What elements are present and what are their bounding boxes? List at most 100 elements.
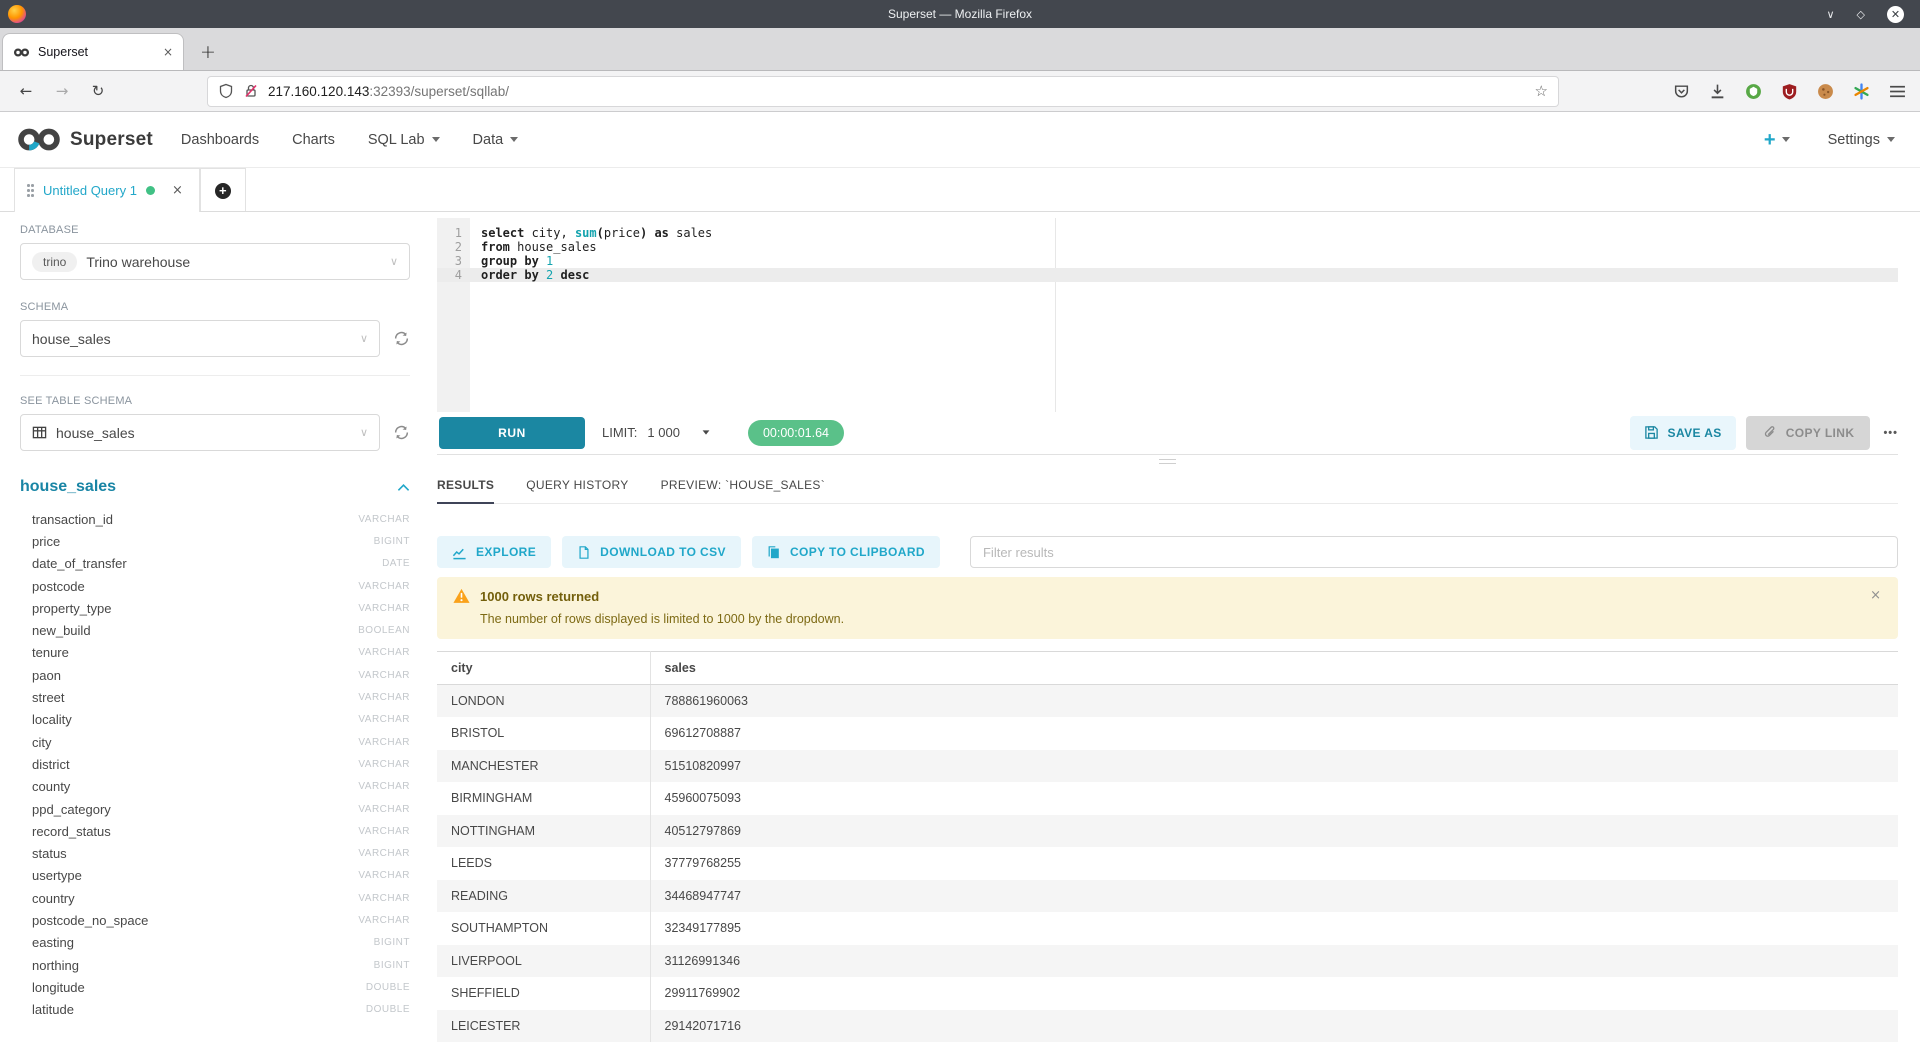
results-table: city sales LONDON788861960063BRISTOL6961… bbox=[437, 651, 1898, 1042]
table-row: BRISTOL69612708887 bbox=[437, 717, 1898, 750]
copy-to-clipboard-button[interactable]: COPY TO CLIPBOARD bbox=[752, 536, 940, 568]
window-close-icon[interactable]: ✕ bbox=[1887, 6, 1904, 23]
window-restore-icon[interactable]: ◇ bbox=[1857, 8, 1865, 21]
forward-icon[interactable]: → bbox=[52, 82, 72, 100]
cookie-icon[interactable] bbox=[1817, 83, 1834, 100]
database-engine-badge: trino bbox=[32, 252, 77, 272]
column-name: date_of_transfer bbox=[32, 556, 127, 571]
run-button[interactable]: RUN bbox=[439, 417, 585, 449]
chevron-down-icon bbox=[510, 137, 518, 142]
schema-column-row: cityVARCHAR bbox=[20, 731, 410, 753]
results-tab-results[interactable]: RESULTS bbox=[437, 470, 494, 504]
url-bar[interactable]: 217.160.120.143:32393/superset/sqllab/ ☆ bbox=[208, 77, 1558, 106]
collapse-chevron-up-icon[interactable] bbox=[397, 483, 410, 492]
schema-column-row: paonVARCHAR bbox=[20, 664, 410, 686]
bookmark-star-icon[interactable]: ☆ bbox=[1535, 82, 1548, 100]
database-select[interactable]: trino Trino warehouse ∨ bbox=[20, 243, 410, 280]
cell-sales: 31126991346 bbox=[650, 945, 1898, 978]
back-icon[interactable]: ← bbox=[16, 82, 36, 100]
new-tab-icon[interactable]: + bbox=[200, 43, 216, 62]
extension-asterisk-icon[interactable] bbox=[1853, 83, 1870, 100]
tab-close-icon[interactable]: × bbox=[163, 45, 173, 59]
code-text: order by 2 desc bbox=[470, 268, 1898, 282]
query-status-dot bbox=[146, 186, 155, 195]
column-type: BIGINT bbox=[374, 536, 410, 547]
browser-tab[interactable]: Superset × bbox=[2, 33, 184, 70]
shield-permissions-icon[interactable] bbox=[218, 83, 234, 99]
results-tab-preview-house-sales[interactable]: PREVIEW: `HOUSE_SALES` bbox=[661, 470, 825, 503]
database-value: Trino warehouse bbox=[86, 254, 381, 270]
copy-link-button[interactable]: COPY LINK bbox=[1746, 416, 1871, 450]
new-item-button[interactable]: + bbox=[1764, 130, 1790, 150]
schema-column-row: countryVARCHAR bbox=[20, 887, 410, 909]
column-name: transaction_id bbox=[32, 512, 113, 527]
nav-item-sql-lab[interactable]: SQL Lab bbox=[368, 132, 440, 148]
column-name: longitude bbox=[32, 980, 85, 995]
chevron-down-icon bbox=[1782, 137, 1790, 142]
browser-tabbar: Superset × + bbox=[0, 28, 1920, 71]
refresh-schema-icon[interactable] bbox=[393, 330, 410, 347]
window-shade-icon[interactable]: ∨ bbox=[1826, 8, 1834, 21]
nav-item-data[interactable]: Data bbox=[473, 132, 519, 148]
sql-editor[interactable]: 1select city, sum(price) as sales2from h… bbox=[437, 218, 1898, 412]
table-schema-value: house_sales bbox=[56, 425, 351, 441]
schema-column-row: longitudeDOUBLE bbox=[20, 976, 410, 998]
table-name-heading[interactable]: house_sales bbox=[20, 478, 116, 496]
pane-resize-handle[interactable] bbox=[437, 455, 1898, 468]
table-schema-select[interactable]: house_sales ∨ bbox=[20, 414, 380, 451]
explore-button[interactable]: EXPLORE bbox=[437, 536, 551, 568]
add-query-tab[interactable]: + bbox=[200, 168, 246, 212]
ublock-icon[interactable] bbox=[1781, 83, 1798, 100]
hamburger-menu-icon[interactable] bbox=[1889, 84, 1906, 99]
code-line: 4order by 2 desc bbox=[437, 268, 1898, 282]
filter-results-input[interactable] bbox=[970, 536, 1898, 568]
column-name: latitude bbox=[32, 1002, 74, 1017]
nav-item-dashboards[interactable]: Dashboards bbox=[181, 132, 259, 148]
results-tab-query-history[interactable]: QUERY HISTORY bbox=[526, 470, 628, 503]
cell-sales: 37779768255 bbox=[650, 847, 1898, 880]
limit-dropdown[interactable]: LIMIT: 1 000 bbox=[602, 425, 710, 440]
alert-close-icon[interactable]: × bbox=[1870, 588, 1881, 603]
sqllab-editor-pane: 1select city, sum(price) as sales2from h… bbox=[430, 212, 1920, 1042]
cell-city: BRISTOL bbox=[437, 717, 650, 750]
insecure-lock-icon[interactable] bbox=[243, 83, 259, 99]
pocket-icon[interactable] bbox=[1673, 83, 1690, 100]
privacy-badger-icon[interactable] bbox=[1745, 83, 1762, 100]
column-header-sales[interactable]: sales bbox=[650, 652, 1898, 685]
table-row: MANCHESTER51510820997 bbox=[437, 750, 1898, 783]
cell-sales: 45960075093 bbox=[650, 782, 1898, 815]
line-number: 4 bbox=[437, 268, 470, 282]
download-icon[interactable] bbox=[1709, 83, 1726, 100]
column-name: easting bbox=[32, 935, 74, 950]
superset-brand[interactable]: Superset bbox=[16, 126, 153, 153]
save-as-button[interactable]: SAVE AS bbox=[1630, 416, 1736, 450]
query-tab-close-icon[interactable]: × bbox=[172, 183, 183, 198]
table-row: SHEFFIELD29911769902 bbox=[437, 977, 1898, 1010]
drag-handle-icon[interactable] bbox=[27, 184, 34, 197]
download-csv-button[interactable]: DOWNLOAD TO CSV bbox=[562, 536, 741, 568]
settings-menu[interactable]: Settings bbox=[1828, 132, 1895, 148]
column-type: VARCHAR bbox=[358, 848, 410, 859]
schema-column-row: statusVARCHAR bbox=[20, 842, 410, 864]
alert-title: 1000 rows returned bbox=[480, 589, 599, 604]
table-row: LEICESTER29142071716 bbox=[437, 1010, 1898, 1042]
schema-column-row: districtVARCHAR bbox=[20, 753, 410, 775]
reload-icon[interactable]: ↻ bbox=[88, 82, 108, 100]
refresh-table-icon[interactable] bbox=[393, 424, 410, 441]
column-header-city[interactable]: city bbox=[437, 652, 650, 685]
query-tab-active[interactable]: Untitled Query 1 × bbox=[14, 168, 200, 212]
more-actions-icon[interactable]: ••• bbox=[1883, 427, 1898, 439]
column-name: postcode_no_space bbox=[32, 913, 148, 928]
column-name: country bbox=[32, 891, 75, 906]
column-name: property_type bbox=[32, 601, 112, 616]
warning-triangle-icon bbox=[453, 588, 470, 604]
limit-label: LIMIT: bbox=[602, 425, 637, 440]
column-name: street bbox=[32, 690, 65, 705]
nav-item-charts[interactable]: Charts bbox=[292, 132, 335, 148]
schema-select[interactable]: house_sales ∨ bbox=[20, 320, 380, 357]
cell-city: LIVERPOOL bbox=[437, 945, 650, 978]
column-name: price bbox=[32, 534, 60, 549]
column-type: VARCHAR bbox=[358, 759, 410, 770]
url-text[interactable]: 217.160.120.143:32393/superset/sqllab/ bbox=[268, 84, 1526, 99]
url-host: 217.160.120.143 bbox=[268, 84, 369, 99]
